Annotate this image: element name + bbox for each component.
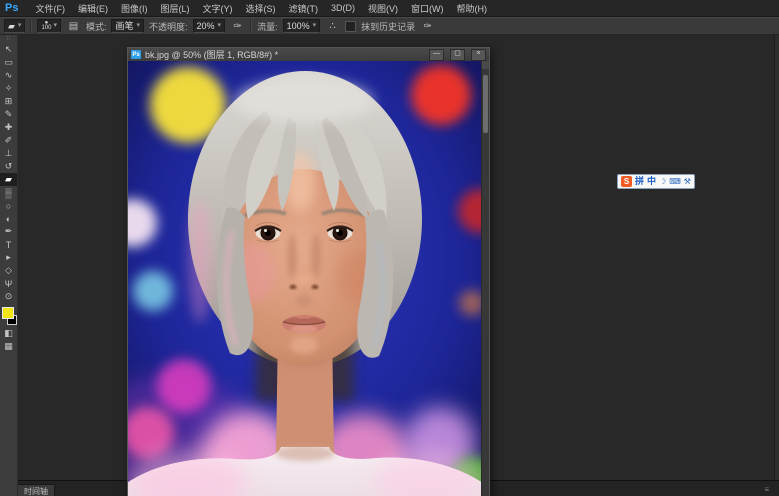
screen-mode-button[interactable]: ▦	[0, 340, 17, 353]
tool-healing-brush[interactable]: ✚	[0, 121, 17, 134]
brush-preview: ● 100	[41, 20, 52, 31]
moon-icon[interactable]: ☽	[659, 176, 666, 187]
tool-move[interactable]: ↖	[0, 43, 17, 56]
tool-lasso[interactable]: ∿	[0, 69, 17, 82]
ime-language-bar[interactable]: S 拼 中 ☽ ⌨ ⚒	[617, 174, 695, 189]
photoshop-app: Ps 文件(F) 编辑(E) 图像(I) 图层(L) 文字(Y) 选择(S) 滤…	[0, 0, 779, 496]
tool-type[interactable]: T	[0, 238, 17, 251]
tool-blur[interactable]: ○	[0, 199, 17, 212]
tool-path-selection[interactable]: ▸	[0, 251, 17, 264]
tool-dodge[interactable]: ◐	[0, 212, 17, 225]
menu-image[interactable]: 图像(I)	[121, 2, 148, 15]
tool-shape[interactable]: ◇	[0, 264, 17, 277]
opacity-pressure-button[interactable]: ✑	[230, 19, 245, 33]
opacity-input[interactable]: 20% ▾	[192, 19, 226, 33]
file-type-icon: Ps	[131, 50, 141, 59]
opacity-label: 不透明度:	[149, 21, 188, 32]
flow-value: 100%	[286, 21, 310, 31]
tool-pen[interactable]: ✒	[0, 225, 17, 238]
tools-panel: ∷ ↖ ▭ ∿ ✧ ⊞ ✎ ✚ ✐ ⊥ ↺ ▰ ▒ ○ ◐ ✒ T ▸ ◇ Ψ …	[0, 35, 18, 496]
minimize-button[interactable]: —	[429, 48, 444, 61]
menu-select[interactable]: 选择(S)	[245, 2, 275, 15]
flow-label: 流量:	[257, 21, 278, 32]
separator	[30, 19, 33, 33]
menu-window[interactable]: 窗口(W)	[411, 2, 444, 15]
keyboard-icon[interactable]: ⌨	[669, 176, 681, 187]
tool-preset-picker[interactable]: ▰ ▾	[4, 19, 26, 33]
tool-clone-stamp[interactable]: ⊥	[0, 147, 17, 160]
menu-help[interactable]: 帮助(H)	[456, 2, 487, 15]
scrollbar-cap	[482, 61, 489, 69]
collapse-toolbar-icon[interactable]: ∷	[0, 35, 17, 43]
erase-to-history-label: 抹到历史记录	[361, 21, 416, 32]
panel-edge	[775, 35, 779, 496]
brush-size-value: 100	[41, 25, 52, 31]
chevron-down-icon: ▾	[136, 22, 141, 29]
size-pressure-button[interactable]: ✑	[420, 19, 435, 33]
tool-options-bar: ▰ ▾ ● 100 ▾ ▤ 模式: 画笔 ▾ 不透明度: 20% ▾ ✑ 流量:…	[0, 17, 779, 35]
menu-type[interactable]: 文字(Y)	[202, 2, 232, 15]
chevron-down-icon: ▾	[53, 22, 57, 29]
document-title-bar[interactable]: Ps bk.jpg @ 50% (图层 1, RGB/8#) * — ▢ ×	[128, 48, 489, 61]
mode-label: 模式:	[85, 21, 107, 32]
chevron-down-icon: ▾	[217, 22, 222, 29]
brush-preset-picker[interactable]: ● 100 ▾	[37, 19, 61, 33]
menu-edit[interactable]: 编辑(E)	[78, 2, 108, 15]
tool-history-brush[interactable]: ↺	[0, 160, 17, 173]
mode-dropdown[interactable]: 画笔 ▾	[111, 19, 145, 33]
tool-eyedropper[interactable]: ✎	[0, 108, 17, 121]
tab-timeline[interactable]: 时间轴	[17, 484, 55, 496]
erase-to-history-checkbox[interactable]	[345, 20, 357, 32]
menu-3d[interactable]: 3D(D)	[331, 3, 355, 13]
canvas[interactable]	[128, 61, 482, 496]
menu-view[interactable]: 视图(V)	[368, 2, 398, 15]
document-window: Ps bk.jpg @ 50% (图层 1, RGB/8#) * — ▢ ×	[127, 47, 490, 496]
tool-gradient[interactable]: ▒	[0, 186, 17, 199]
color-swatches	[0, 305, 17, 327]
flow-input[interactable]: 100% ▾	[282, 19, 321, 33]
portrait-image	[128, 61, 482, 496]
menu-bar: Ps 文件(F) 编辑(E) 图像(I) 图层(L) 文字(Y) 选择(S) 滤…	[0, 0, 779, 17]
chevron-down-icon: ▾	[17, 22, 22, 29]
menu-filter[interactable]: 滤镜(T)	[288, 2, 318, 15]
foreground-color-swatch[interactable]	[2, 307, 14, 319]
panel-grip-icon[interactable]: ≡	[764, 485, 769, 494]
tool-crop[interactable]: ⊞	[0, 95, 17, 108]
mode-value: 画笔	[115, 21, 134, 31]
tool-hand[interactable]: Ψ	[0, 277, 17, 290]
separator	[250, 19, 253, 33]
chinese-mode-indicator[interactable]: 中	[647, 176, 656, 187]
pinyin-indicator[interactable]: 拼	[635, 176, 644, 187]
menu-file[interactable]: 文件(F)	[35, 2, 65, 15]
close-button[interactable]: ×	[471, 48, 486, 61]
eraser-tool-icon: ▰	[8, 21, 15, 31]
vertical-scrollbar[interactable]	[481, 61, 489, 496]
tool-quick-selection[interactable]: ✧	[0, 82, 17, 95]
menu-layer[interactable]: 图层(L)	[160, 2, 189, 15]
sogou-logo-icon[interactable]: S	[621, 176, 632, 187]
chevron-down-icon: ▾	[312, 22, 317, 29]
quick-mask-button[interactable]: ◧	[0, 327, 17, 340]
restore-button[interactable]: ▢	[450, 48, 465, 61]
tool-marquee[interactable]: ▭	[0, 56, 17, 69]
document-title: bk.jpg @ 50% (图层 1, RGB/8#) *	[145, 50, 279, 60]
opacity-value: 20%	[196, 21, 215, 31]
scrollbar-thumb[interactable]	[483, 75, 488, 133]
airbrush-button[interactable]: ∴	[325, 19, 340, 33]
tool-brush[interactable]: ✐	[0, 134, 17, 147]
wrench-icon[interactable]: ⚒	[684, 176, 691, 187]
tool-zoom[interactable]: ⊙	[0, 290, 17, 303]
ps-logo: Ps	[5, 2, 19, 14]
brush-panel-toggle-button[interactable]: ▤	[66, 19, 81, 33]
tool-eraser[interactable]: ▰	[0, 173, 17, 186]
